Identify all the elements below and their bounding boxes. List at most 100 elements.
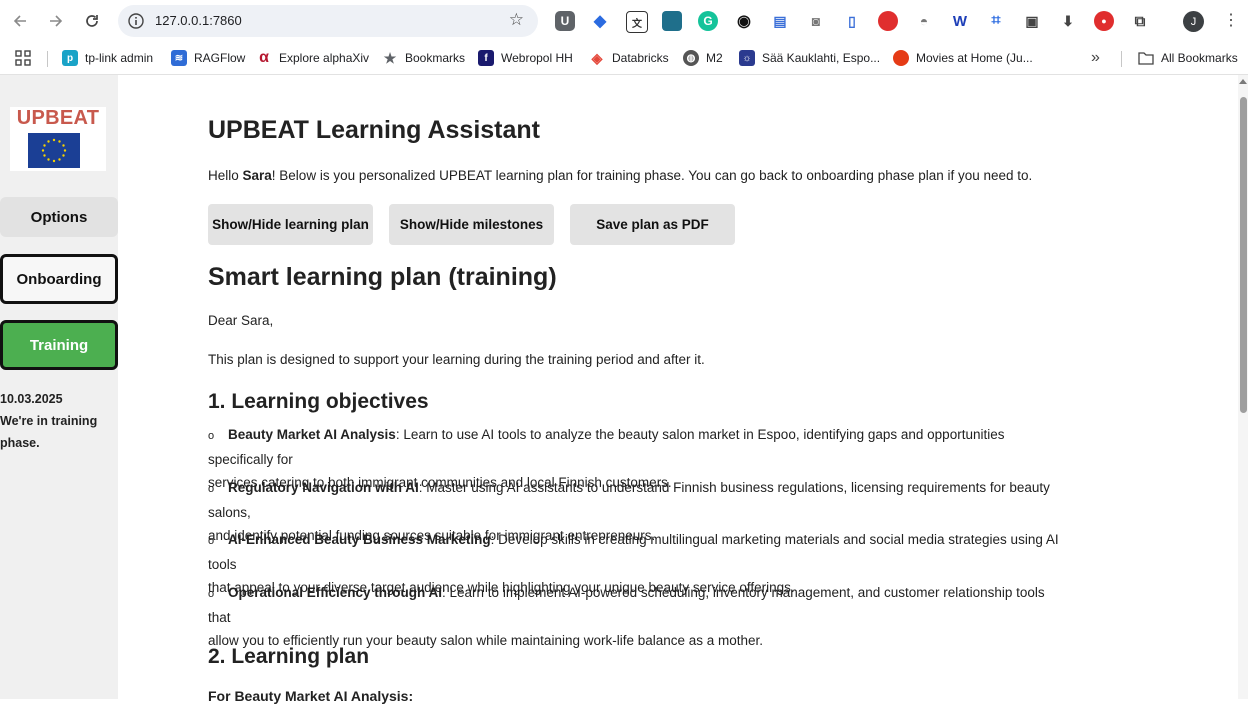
phase-info: 10.03.2025 We're in training phase. <box>0 388 97 454</box>
tomato-icon <box>893 50 909 66</box>
plan-intro: This plan is designed to support your le… <box>208 352 705 367</box>
bookmark-tplink[interactable]: p tp-link admin <box>62 49 153 67</box>
objective-title: Beauty Market AI Analysis <box>228 427 396 442</box>
monkey-icon[interactable]: ◓ <box>914 11 934 31</box>
bookmark-alphaxiv[interactable]: α Explore alphaXiv <box>256 49 369 67</box>
page-title: UPBEAT Learning Assistant <box>208 116 540 144</box>
scrollbar-thumb[interactable] <box>1240 97 1247 413</box>
save-pdf-button[interactable]: Save plan as PDF <box>570 204 735 245</box>
hello-suffix: ! Below is you personalized UPBEAT learn… <box>271 168 1033 183</box>
browser-toolbar: 127.0.0.1:7860 ☆ U ◆ 文 G ◉ ▤ ◙ ▯ ◓ W ⌗ ▣… <box>0 0 1248 42</box>
bookmark-movies[interactable]: Movies at Home (Ju... <box>893 49 1033 67</box>
objective-title: AI-Enhanced Beauty Business Marketing <box>228 532 491 547</box>
toggle-learning-plan-button[interactable]: Show/Hide learning plan <box>208 204 373 245</box>
all-bookmarks-label: All Bookmarks <box>1161 51 1238 65</box>
upbeat-logo: UPBEAT <box>10 107 106 171</box>
download-icon[interactable]: ⬇ <box>1058 11 1078 31</box>
bookmark-weather[interactable]: ☼ Sää Kauklahti, Espo... <box>739 49 880 67</box>
bookmark-bookmarks[interactable]: ★ Bookmarks <box>382 49 465 67</box>
capsule-icon[interactable]: ▯ <box>842 11 862 31</box>
webropol-icon: f <box>478 50 494 66</box>
print-icon[interactable]: ▤ <box>770 11 790 31</box>
options-button[interactable]: Options <box>0 197 118 237</box>
diamond-icon[interactable]: ◆ <box>590 11 610 31</box>
bookmark-databricks[interactable]: ◈ Databricks <box>589 49 669 67</box>
grammarly-icon[interactable]: G <box>698 11 718 31</box>
bookmark-label: Bookmarks <box>405 51 466 65</box>
forward-arrow-icon[interactable] <box>44 9 68 33</box>
capture-icon[interactable]: ▣ <box>1022 11 1042 31</box>
folder-icon <box>1138 50 1154 66</box>
onboarding-button[interactable]: Onboarding <box>0 254 118 304</box>
plan-greeting: Dear Sara, <box>208 313 274 328</box>
bookmark-ragflow[interactable]: ≋ RAGFlow <box>171 49 245 67</box>
section-learning-plan: 2. Learning plan <box>208 645 370 668</box>
url-text: 127.0.0.1:7860 <box>155 13 242 28</box>
objective-title: Operational Efficiency through AI <box>228 585 443 600</box>
site-info-icon[interactable] <box>127 12 145 30</box>
page-viewport: UPBEAT Options Onboarding Training 10.03… <box>0 75 1248 704</box>
phase-line-1: We're in training <box>0 414 98 428</box>
objective-item: o Operational Efficiency through AI: Lear… <box>208 581 1068 652</box>
subsection-heading: For Beauty Market AI Analysis: <box>208 688 414 704</box>
reload-icon[interactable] <box>80 9 104 33</box>
greeting-line: Hello Sara! Below is you personalized UP… <box>208 168 1032 183</box>
back-arrow-icon[interactable] <box>8 9 32 33</box>
weather-icon: ☼ <box>739 50 755 66</box>
bookmark-label: Explore alphaXiv <box>279 51 370 65</box>
bookmarks-separator <box>1121 51 1122 67</box>
translate-icon[interactable]: 文 <box>626 11 648 33</box>
bookmarks-overflow-icon[interactable]: » <box>1091 49 1100 67</box>
bookmark-webropol[interactable]: f Webropol HH <box>478 49 573 67</box>
hello-prefix: Hello <box>208 168 243 183</box>
pdf-icon[interactable]: ● <box>1094 11 1114 31</box>
bullet: o <box>208 588 215 600</box>
bookmark-m2[interactable]: ◍ M2 <box>683 49 723 67</box>
training-button[interactable]: Training <box>0 320 118 370</box>
bookmarks-separator <box>47 51 48 67</box>
eu-flag-icon <box>28 133 80 168</box>
toggle-milestones-button[interactable]: Show/Hide milestones <box>389 204 554 245</box>
profile-avatar[interactable]: J <box>1183 11 1204 32</box>
scroll-up-icon[interactable] <box>1239 79 1247 84</box>
phase-date: 10.03.2025 <box>0 392 63 406</box>
apps-grid-icon[interactable] <box>15 49 31 67</box>
user-name: Sara <box>242 168 272 183</box>
camera-icon[interactable]: ◙ <box>806 11 826 31</box>
bookmark-label: tp-link admin <box>85 51 154 65</box>
ragflow-icon: ≋ <box>171 50 187 66</box>
square-icon[interactable] <box>662 11 682 31</box>
tplink-icon: p <box>62 50 78 66</box>
logo-text: UPBEAT <box>16 107 100 129</box>
crop-icon[interactable]: ⌗ <box>986 11 1006 31</box>
databricks-icon: ◈ <box>591 49 603 66</box>
globe-icon: ◍ <box>683 50 699 66</box>
half-circle-icon[interactable] <box>878 11 898 31</box>
menu-kebab-icon[interactable]: ⋮ <box>1223 10 1239 30</box>
bookmark-label: Databricks <box>612 51 669 65</box>
plan-title: Smart learning plan (training) <box>208 263 557 291</box>
bookmarks-bar: p tp-link admin ≋ RAGFlow α Explore alph… <box>0 42 1248 75</box>
bookmark-star-icon[interactable]: ☆ <box>509 10 524 30</box>
eye-icon[interactable]: ◉ <box>734 11 754 31</box>
bullet: o <box>208 535 215 547</box>
puzzle-icon[interactable]: ⧉ <box>1130 11 1150 31</box>
bookmark-label: Sää Kauklahti, Espo... <box>762 51 881 65</box>
bullet: o <box>208 430 215 442</box>
alpha-icon: α <box>259 49 269 66</box>
objective-title: Regulatory Navigation with AI <box>228 480 419 495</box>
bookmark-label: Webropol HH <box>501 51 573 65</box>
page-scrollbar[interactable] <box>1238 75 1248 699</box>
section-learning-objectives: 1. Learning objectives <box>208 390 429 413</box>
ublock-icon[interactable]: U <box>555 11 575 31</box>
all-bookmarks[interactable]: All Bookmarks <box>1138 49 1238 67</box>
bullet: o <box>208 483 215 495</box>
phase-line-2: phase. <box>0 436 40 450</box>
star-icon: ★ <box>383 49 397 66</box>
sidebar: UPBEAT Options Onboarding Training 10.03… <box>0 75 118 699</box>
bookmark-label: RAGFlow <box>194 51 246 65</box>
w-icon[interactable]: W <box>950 11 970 31</box>
address-bar[interactable]: 127.0.0.1:7860 ☆ <box>118 5 538 37</box>
bookmark-label: M2 <box>706 51 723 65</box>
bookmark-label: Movies at Home (Ju... <box>916 51 1033 65</box>
